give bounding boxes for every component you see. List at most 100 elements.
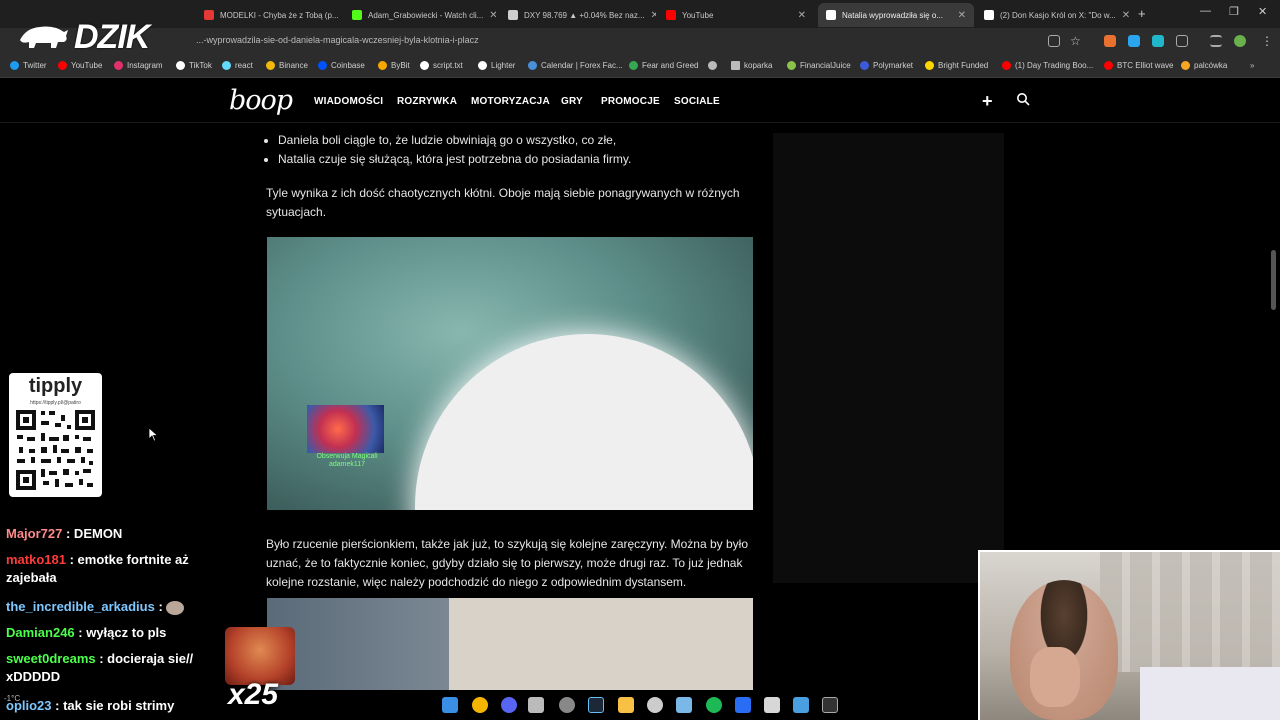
palcowka-icon <box>1181 61 1190 70</box>
nav-promocje[interactable]: PROMOCJE <box>601 96 660 107</box>
bookmark-btc-elliot[interactable]: BTC Elliot wave <box>1104 61 1173 70</box>
bookmark-label: (1) Day Trading Boo... <box>1015 61 1094 70</box>
bookmark-react[interactable]: react <box>222 61 253 70</box>
youtube-icon <box>1104 61 1113 70</box>
close-icon[interactable]: ✕ <box>958 10 966 21</box>
bookmark-calendar[interactable]: Calendar | Forex Fac... <box>528 61 623 70</box>
list-item: Daniela boli ciągle to, że ludzie obwini… <box>278 131 754 150</box>
close-icon[interactable]: ✕ <box>489 10 496 21</box>
obs-icon[interactable] <box>559 697 575 713</box>
lighter-icon <box>478 61 487 70</box>
bookmark-binance[interactable]: Binance <box>266 61 308 70</box>
close-icon[interactable]: ✕ <box>651 10 656 21</box>
bookmark-label: Bright Funded <box>938 61 989 70</box>
nav-motoryzacja[interactable]: MOTORYZACJA <box>471 96 550 107</box>
github-icon <box>420 61 429 70</box>
app-icon[interactable] <box>676 697 692 713</box>
bookmark-day-trading[interactable]: (1) Day Trading Boo... <box>1002 61 1093 70</box>
bookmark-label: Polymarket <box>873 61 914 70</box>
tab-natalia[interactable]: Natalia wyprowadziła się o... ✕ <box>818 3 974 27</box>
bookmarks-overflow-icon[interactable]: » <box>1250 61 1254 70</box>
chrome-icon[interactable] <box>472 697 488 713</box>
ccleaner-icon[interactable] <box>647 697 663 713</box>
bookmark-label: Lighter <box>491 61 516 70</box>
search-icon[interactable] <box>1016 92 1030 106</box>
bookmark-coinbase[interactable]: Coinbase <box>318 61 365 70</box>
nav-gry[interactable]: GRY <box>561 96 583 107</box>
bookmark-twitter[interactable]: Twitter <box>10 61 47 70</box>
bookmark-bright-funded[interactable]: Bright Funded <box>925 61 988 70</box>
article-video-embed[interactable]: Obserwuja Magicali adamek117 <box>267 237 753 510</box>
article-image <box>267 598 753 690</box>
bookmark-koparka[interactable]: koparka <box>731 61 772 70</box>
app-icon[interactable] <box>735 697 751 713</box>
spotify-icon[interactable] <box>706 697 722 713</box>
chat-username: matko181 <box>6 552 66 567</box>
weather-temperature: -1°C <box>4 694 21 703</box>
bookmark-lighter[interactable]: Lighter <box>478 61 515 70</box>
close-icon[interactable]: ✕ <box>798 10 806 21</box>
steam-icon[interactable] <box>588 697 604 713</box>
bookmark-label: ByBit <box>391 61 410 70</box>
bookmark-financialjuice[interactable]: FinancialJuice <box>787 61 851 70</box>
close-icon[interactable]: ✕ <box>1122 10 1130 21</box>
bookmarks-bar: Twitter YouTube Instagram TikTok react B… <box>0 56 1280 78</box>
nav-sociale[interactable]: SOCIALE <box>674 96 720 107</box>
extension-icon[interactable] <box>1152 35 1164 47</box>
bookmark-instagram[interactable]: Instagram <box>114 61 163 70</box>
chat-text: : DEMON <box>62 526 123 541</box>
menu-kebab-icon[interactable]: ⋮ <box>1261 34 1273 48</box>
tab-label: YouTube <box>682 10 714 20</box>
terminal-icon[interactable] <box>822 697 838 713</box>
tab-youtube[interactable]: YouTube ✕ <box>658 3 814 27</box>
tab-kick[interactable]: Adam_Grabowiecki - Watch cli... ✕ <box>344 3 496 27</box>
bookmark-label: BTC Elliot wave <box>1117 61 1174 70</box>
scrollbar-thumb[interactable] <box>1271 250 1276 310</box>
extensions-puzzle-icon[interactable] <box>1176 35 1188 47</box>
bookmark-globe[interactable] <box>708 61 717 70</box>
chat-message: matko181 : emotke fortnite aż zajebała <box>6 551 206 587</box>
plus-icon[interactable]: + <box>982 91 993 112</box>
bookmark-palcowka[interactable]: palcówka <box>1181 61 1227 70</box>
nav-wiadomosci[interactable]: WIADOMOŚCI <box>314 96 383 107</box>
bookmark-star-icon[interactable]: ☆ <box>1070 34 1081 48</box>
tab-modelki[interactable]: MODELKI - Chyba że z Tobą (p... ✕ <box>196 3 342 27</box>
bookmark-polymarket[interactable]: Polymarket <box>860 61 913 70</box>
site-logo[interactable]: boop <box>229 85 293 116</box>
article-paragraph: Było rzucenie pierścionkiem, także jak j… <box>266 537 748 589</box>
profile-avatar-icon[interactable] <box>1234 35 1246 47</box>
discord-icon[interactable] <box>501 697 517 713</box>
nav-rozrywka[interactable]: ROZRYWKA <box>397 96 457 107</box>
binance-icon <box>266 61 275 70</box>
bookmark-tiktok[interactable]: TikTok <box>176 61 212 70</box>
url-field[interactable]: ...-wyprowadzila-sie-od-daniela-magicala… <box>196 35 479 45</box>
tiktok-icon <box>176 61 185 70</box>
photos-icon[interactable] <box>793 697 809 713</box>
new-tab-icon[interactable]: + <box>1138 6 1146 21</box>
window-close-icon[interactable]: ✕ <box>1258 5 1267 18</box>
maximize-icon[interactable]: ❐ <box>1229 5 1239 18</box>
install-app-icon[interactable] <box>1048 35 1060 47</box>
tab-dxy[interactable]: DXY 98.769 ▲ +0.04% Bez naz... ✕ <box>500 3 656 27</box>
minimize-icon[interactable]: — <box>1200 5 1211 17</box>
chat-text: : tak sie robi strimy <box>51 698 175 713</box>
tipply-url: https://tipply.pl/@patiro <box>30 400 81 406</box>
app-icon[interactable] <box>528 697 544 713</box>
instagram-icon <box>114 61 123 70</box>
file-explorer-icon[interactable] <box>618 697 634 713</box>
bookmark-fear-greed[interactable]: Fear and Greed <box>629 61 698 70</box>
tab-label: MODELKI - Chyba że z Tobą (p... <box>220 10 339 20</box>
notepad-icon[interactable] <box>764 697 780 713</box>
bookmark-youtube[interactable]: YouTube <box>58 61 102 70</box>
article-paragraph: Tyle wynika z ich dość chaotycznych kłót… <box>266 186 740 219</box>
bookmark-script[interactable]: script.txt <box>420 61 463 70</box>
extension-icon[interactable] <box>1104 35 1116 47</box>
list-item: Natalia czuje się służącą, która jest po… <box>278 150 754 169</box>
bookmark-bybit[interactable]: ByBit <box>378 61 410 70</box>
extension-icon[interactable] <box>1128 35 1140 47</box>
calendar-icon <box>528 61 537 70</box>
media-icon[interactable] <box>1210 35 1222 47</box>
windows-start-icon[interactable] <box>442 697 458 713</box>
react-icon <box>222 61 231 70</box>
tab-x[interactable]: (2) Don Kasjo Król on X: "Do w... ✕ <box>976 3 1132 27</box>
